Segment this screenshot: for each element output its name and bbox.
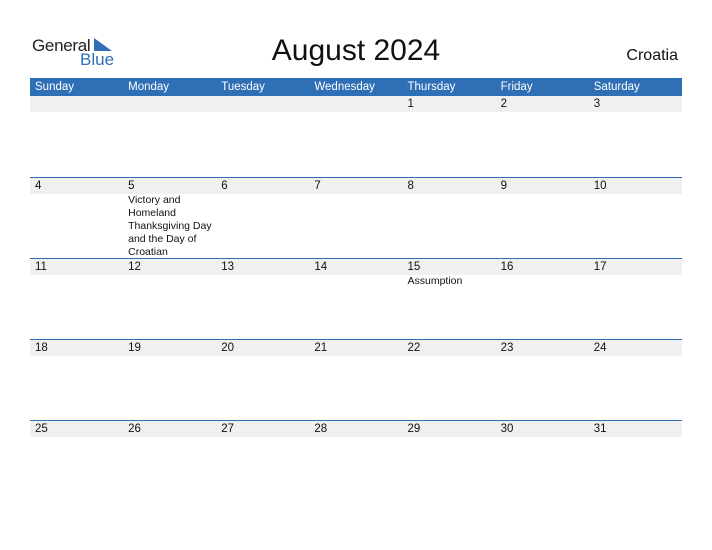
day-number: 13 bbox=[221, 261, 235, 273]
day-cell: 13 bbox=[216, 259, 309, 339]
day-cell: 14 bbox=[309, 259, 402, 339]
day-number: 8 bbox=[407, 180, 414, 192]
day-number: 9 bbox=[500, 180, 508, 192]
day-number: 23 bbox=[500, 342, 514, 354]
day-number bbox=[314, 96, 402, 112]
day-cell bbox=[216, 96, 309, 177]
weekday-header: Sunday Monday Tuesday Wednesday Thursday Frid… bbox=[30, 78, 682, 96]
holiday-event: Assumption bbox=[407, 275, 463, 287]
day-cell: 5 Victory and Homeland Thanksgiving Day a… bbox=[123, 178, 216, 271]
day-number: 7 bbox=[314, 180, 321, 192]
day-number: 28 bbox=[314, 423, 328, 435]
day-cell: 1 bbox=[403, 96, 496, 177]
weekday-friday: Friday bbox=[500, 81, 533, 93]
day-number: 4 bbox=[35, 180, 42, 192]
week-row: 4 5 Victory and Homeland Thanksgiving Day … bbox=[30, 177, 682, 271]
day-number: 19 bbox=[128, 342, 141, 354]
calendar-title: August 2024 bbox=[271, 34, 441, 67]
weekday-thursday: Thursday bbox=[407, 81, 456, 93]
day-number: 5 bbox=[128, 180, 135, 192]
day-number: 21 bbox=[314, 342, 328, 354]
weekday-wednesday: Wednesday bbox=[314, 81, 375, 93]
day-number bbox=[128, 96, 216, 112]
day-cell: 2 bbox=[496, 96, 589, 177]
day-number: 11 bbox=[35, 261, 47, 273]
day-cell: 28 bbox=[309, 421, 402, 501]
day-cell: 27 bbox=[216, 421, 309, 501]
day-cell: 11 bbox=[30, 259, 123, 339]
day-number: 14 bbox=[314, 261, 328, 273]
day-cell: 10 bbox=[589, 178, 682, 258]
day-cell: 15 Assumption bbox=[403, 259, 496, 339]
day-number: 17 bbox=[593, 261, 607, 273]
day-cell: 30 bbox=[496, 421, 589, 501]
day-cell: 4 bbox=[30, 178, 123, 258]
day-number: 16 bbox=[500, 261, 514, 273]
day-number: 25 bbox=[35, 423, 48, 435]
week-row: 18 19 20 21 22 23 24 bbox=[30, 339, 682, 420]
day-cell: 6 bbox=[216, 178, 309, 258]
day-cell: 22 bbox=[403, 340, 496, 420]
day-number: 20 bbox=[221, 342, 235, 354]
day-number: 12 bbox=[128, 261, 141, 273]
day-cell: 7 bbox=[309, 178, 402, 258]
weekday-monday: Monday bbox=[128, 81, 170, 93]
day-cell: 25 bbox=[30, 421, 123, 501]
day-number: 3 bbox=[593, 98, 601, 110]
country-label: Croatia bbox=[626, 47, 678, 64]
day-number bbox=[35, 96, 123, 112]
day-number: 2 bbox=[500, 98, 508, 110]
day-cell: 29 bbox=[403, 421, 496, 501]
day-cell: 16 bbox=[496, 259, 589, 339]
day-number: 22 bbox=[407, 342, 421, 354]
day-cell: 9 bbox=[496, 178, 589, 258]
day-cell: 19 bbox=[123, 340, 216, 420]
week-row: 11 12 13 14 15 Assumption 16 17 bbox=[30, 258, 682, 339]
day-number: 6 bbox=[221, 180, 228, 192]
day-cell: 12 bbox=[123, 259, 216, 339]
week-row: 1 2 3 bbox=[30, 96, 682, 177]
day-cell: 31 bbox=[589, 421, 682, 501]
weekday-sunday: Sunday bbox=[35, 81, 75, 93]
day-cell: 18 bbox=[30, 340, 123, 420]
day-number: 10 bbox=[593, 180, 607, 192]
calendar-grid: Sunday Monday Tuesday Wednesday Thursday Frid… bbox=[30, 78, 682, 501]
day-number: 15 bbox=[407, 261, 421, 273]
day-number: 18 bbox=[35, 342, 48, 354]
day-number: 29 bbox=[407, 423, 421, 435]
day-number: 1 bbox=[407, 98, 414, 110]
day-cell: 17 bbox=[589, 259, 682, 339]
day-cell: 26 bbox=[123, 421, 216, 501]
weekday-tuesday: Tuesday bbox=[221, 81, 265, 93]
weekday-saturday: Saturday bbox=[593, 81, 640, 93]
day-cell: 24 bbox=[589, 340, 682, 420]
day-cell: 3 bbox=[589, 96, 682, 177]
day-cell: 8 bbox=[403, 178, 496, 258]
day-cell bbox=[309, 96, 402, 177]
day-number: 27 bbox=[221, 423, 235, 435]
day-number bbox=[221, 96, 309, 112]
day-cell bbox=[123, 96, 216, 177]
day-cell: 23 bbox=[496, 340, 589, 420]
day-number: 30 bbox=[500, 423, 514, 435]
day-cell: 21 bbox=[309, 340, 402, 420]
day-cell bbox=[30, 96, 123, 177]
day-cell: 20 bbox=[216, 340, 309, 420]
day-number: 31 bbox=[593, 423, 607, 435]
week-row: 25 26 27 28 29 30 31 bbox=[30, 420, 682, 501]
day-number: 26 bbox=[128, 423, 141, 435]
day-number: 24 bbox=[593, 342, 607, 354]
